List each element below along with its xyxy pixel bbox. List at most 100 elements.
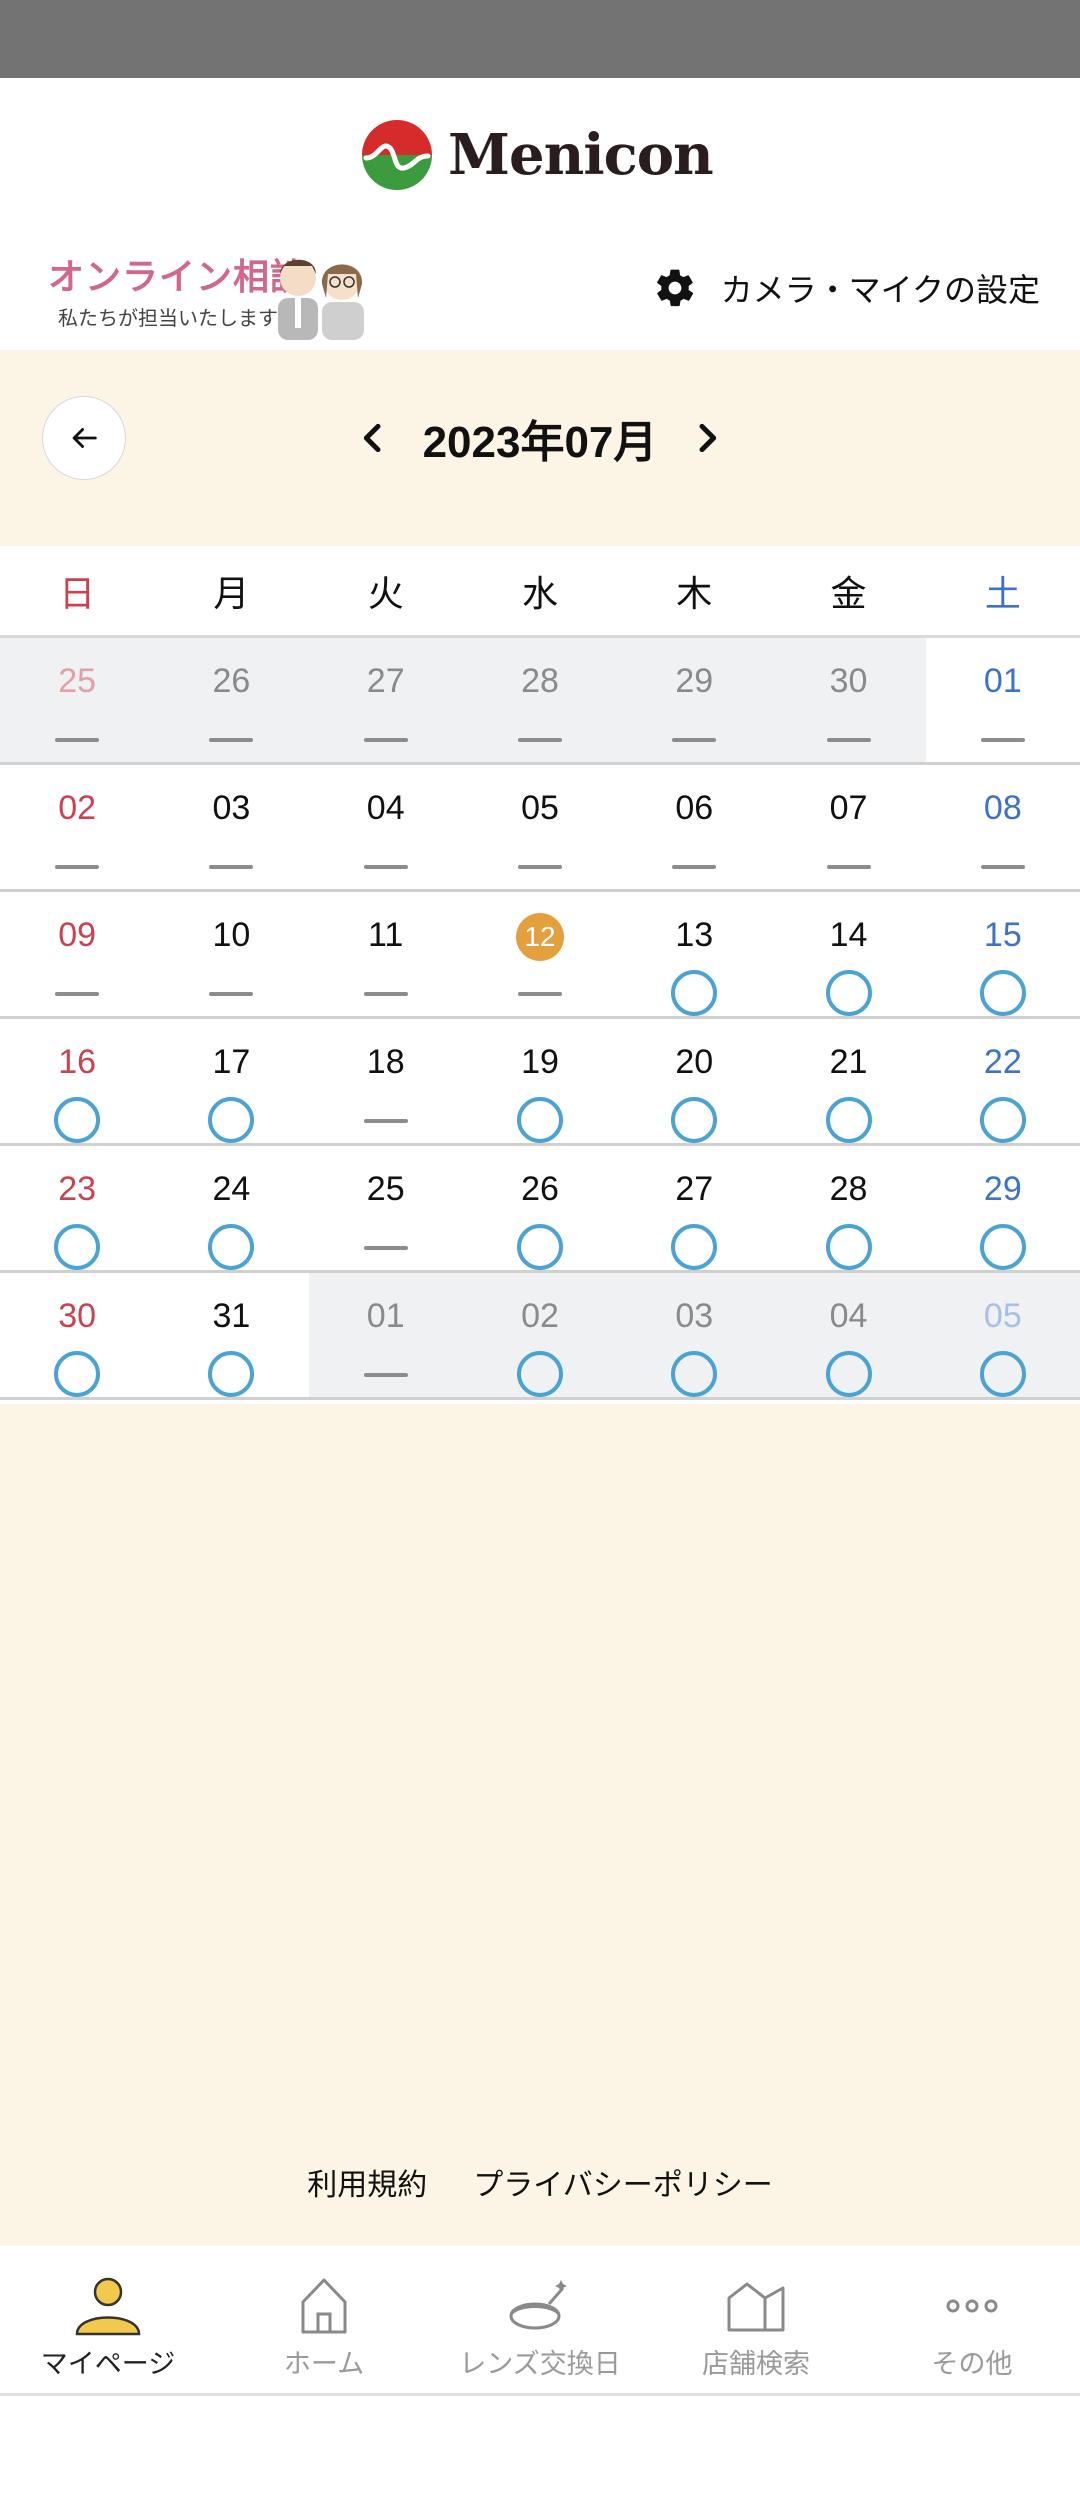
day-number-text: 22 <box>983 1043 1022 1081</box>
bottom-safe-area <box>0 2396 1080 2520</box>
day-number: 23 <box>0 1166 154 1212</box>
day-number-text: 26 <box>521 1170 559 1208</box>
day-number: 03 <box>617 1293 771 1339</box>
unavailable-dash-icon <box>209 738 254 742</box>
day-number: 08 <box>926 785 1080 831</box>
unavailable-dash-icon <box>672 738 717 742</box>
calendar-day-cell[interactable]: 02 <box>0 765 155 889</box>
calendar-day-cell[interactable]: 23 <box>0 1146 155 1270</box>
day-number: 14 <box>771 912 925 958</box>
day-number-text: 15 <box>983 916 1022 954</box>
calendar-day-cell[interactable]: 03 <box>154 765 309 889</box>
day-number-text: 05 <box>983 1297 1022 1335</box>
calendar-day-cell[interactable]: 04 <box>308 765 463 889</box>
calendar-day-cell[interactable]: 30 <box>771 638 926 762</box>
calendar-day-cell[interactable]: 04 <box>771 1273 926 1397</box>
calendar-day-cell[interactable]: 09 <box>0 892 155 1016</box>
day-number-text: 09 <box>58 916 97 954</box>
tab-home[interactable]: ホーム <box>216 2246 432 2393</box>
calendar-day-cell[interactable]: 29 <box>925 1146 1080 1270</box>
privacy-policy-link[interactable]: プライバシーポリシー <box>473 2160 772 2204</box>
available-circle-icon <box>825 970 872 1016</box>
calendar-day-cell[interactable]: 02 <box>462 1273 618 1397</box>
calendar-day-cell[interactable]: 29 <box>617 638 772 762</box>
available-circle-icon <box>671 1097 718 1143</box>
calendar-day-cell[interactable]: 17 <box>154 1019 309 1143</box>
calendar-day-cell[interactable]: 27 <box>617 1146 772 1270</box>
calendar-day-cell[interactable]: 19 <box>462 1019 618 1143</box>
day-number: 22 <box>926 1039 1080 1085</box>
calendar-week-row: 09 10 11 12 13 14 15 <box>0 892 1080 1019</box>
calendar-day-cell[interactable]: 14 <box>771 892 926 1016</box>
unavailable-dash-icon <box>826 865 871 869</box>
terms-link[interactable]: 利用規約 <box>307 2160 427 2204</box>
calendar-day-cell[interactable]: 24 <box>154 1146 309 1270</box>
unavailable-dash-icon <box>55 738 100 742</box>
unavailable-dash-icon <box>363 1119 408 1123</box>
calendar-day-cell[interactable]: 13 <box>617 892 772 1016</box>
calendar-day-cell[interactable]: 26 <box>462 1146 618 1270</box>
day-number-text: 03 <box>675 1297 714 1335</box>
calendar-grid: 25 26 27 28 29 30 01 02 03 04 05 06 07 08 09 10 11 12 13 14… <box>0 638 1080 1400</box>
next-month-button[interactable] <box>687 416 727 460</box>
available-circle-icon <box>979 1351 1026 1397</box>
calendar-day-cell[interactable]: 03 <box>617 1273 772 1397</box>
previous-month-button[interactable] <box>353 416 393 460</box>
calendar-day-cell[interactable]: 25 <box>0 638 155 762</box>
available-circle-icon <box>979 1097 1026 1143</box>
day-number-text: 30 <box>829 662 868 700</box>
lens-case-icon <box>509 2280 567 2330</box>
day-number-text: 02 <box>521 1297 559 1335</box>
calendar-day-cell[interactable]: 06 <box>617 765 772 889</box>
day-number-text: 02 <box>58 789 97 827</box>
tab-label: 店舗検索 <box>702 2349 810 2379</box>
day-number: 24 <box>154 1166 308 1212</box>
day-number: 30 <box>771 658 925 704</box>
available-circle-icon <box>979 970 1026 1016</box>
calendar-day-cell[interactable]: 28 <box>771 1146 926 1270</box>
calendar-day-cell[interactable]: 01 <box>925 638 1080 762</box>
calendar-day-cell[interactable]: 10 <box>154 892 309 1016</box>
calendar-day-cell[interactable]: 25 <box>308 1146 463 1270</box>
calendar-day-cell[interactable]: 15 <box>925 892 1080 1016</box>
tab-mypage[interactable]: マイページ <box>0 2246 216 2393</box>
camera-mic-settings-button[interactable]: カメラ・マイクの設定 <box>653 258 1040 318</box>
calendar-day-cell[interactable]: 05 <box>462 765 618 889</box>
tab-other[interactable]: その他 <box>864 2246 1080 2393</box>
day-number: 09 <box>0 912 154 958</box>
calendar-day-cell[interactable]: 16 <box>0 1019 155 1143</box>
calendar-day-cell[interactable]: 22 <box>925 1019 1080 1143</box>
day-number-text: 24 <box>212 1170 251 1208</box>
available-circle-icon <box>208 1224 255 1270</box>
day-number: 13 <box>617 912 771 958</box>
unavailable-dash-icon <box>363 1373 408 1377</box>
calendar-day-cell[interactable]: 11 <box>308 892 463 1016</box>
tab-lens-exchange-date[interactable]: レンズ交換日 <box>432 2246 648 2393</box>
calendar-day-cell[interactable]: 30 <box>0 1273 155 1397</box>
unavailable-dash-icon <box>209 865 254 869</box>
calendar-day-cell[interactable]: 21 <box>771 1019 926 1143</box>
more-icon <box>946 2299 998 2313</box>
calendar-day-cell[interactable]: 05 <box>925 1273 1080 1397</box>
day-number-text: 16 <box>58 1043 97 1081</box>
calendar-day-cell[interactable]: 20 <box>617 1019 772 1143</box>
calendar-day-cell[interactable]: 28 <box>462 638 618 762</box>
tab-store-search[interactable]: 店舗検索 <box>648 2246 864 2393</box>
calendar-day-cell[interactable]: 12 <box>462 892 618 1016</box>
calendar-day-cell[interactable]: 01 <box>308 1273 463 1397</box>
tab-label: ホーム <box>283 2349 365 2379</box>
house-icon <box>301 2278 347 2334</box>
available-circle-icon <box>671 970 718 1016</box>
bottom-tab-bar: マイページ ホーム レンズ交換日 店舗検索 その他 <box>0 2246 1080 2396</box>
calendar-day-cell[interactable]: 27 <box>308 638 463 762</box>
camera-mic-settings-label: カメラ・マイクの設定 <box>720 272 1040 308</box>
menicon-logo: Menicon <box>360 118 714 192</box>
calendar-day-cell[interactable]: 08 <box>925 765 1080 889</box>
calendar-day-cell[interactable]: 31 <box>154 1273 309 1397</box>
calendar-day-cell[interactable]: 18 <box>308 1019 463 1143</box>
unavailable-dash-icon <box>672 865 717 869</box>
calendar-day-cell[interactable]: 07 <box>771 765 926 889</box>
day-number: 01 <box>926 658 1080 704</box>
calendar-day-cell[interactable]: 26 <box>154 638 309 762</box>
day-number-text: 23 <box>58 1170 97 1208</box>
